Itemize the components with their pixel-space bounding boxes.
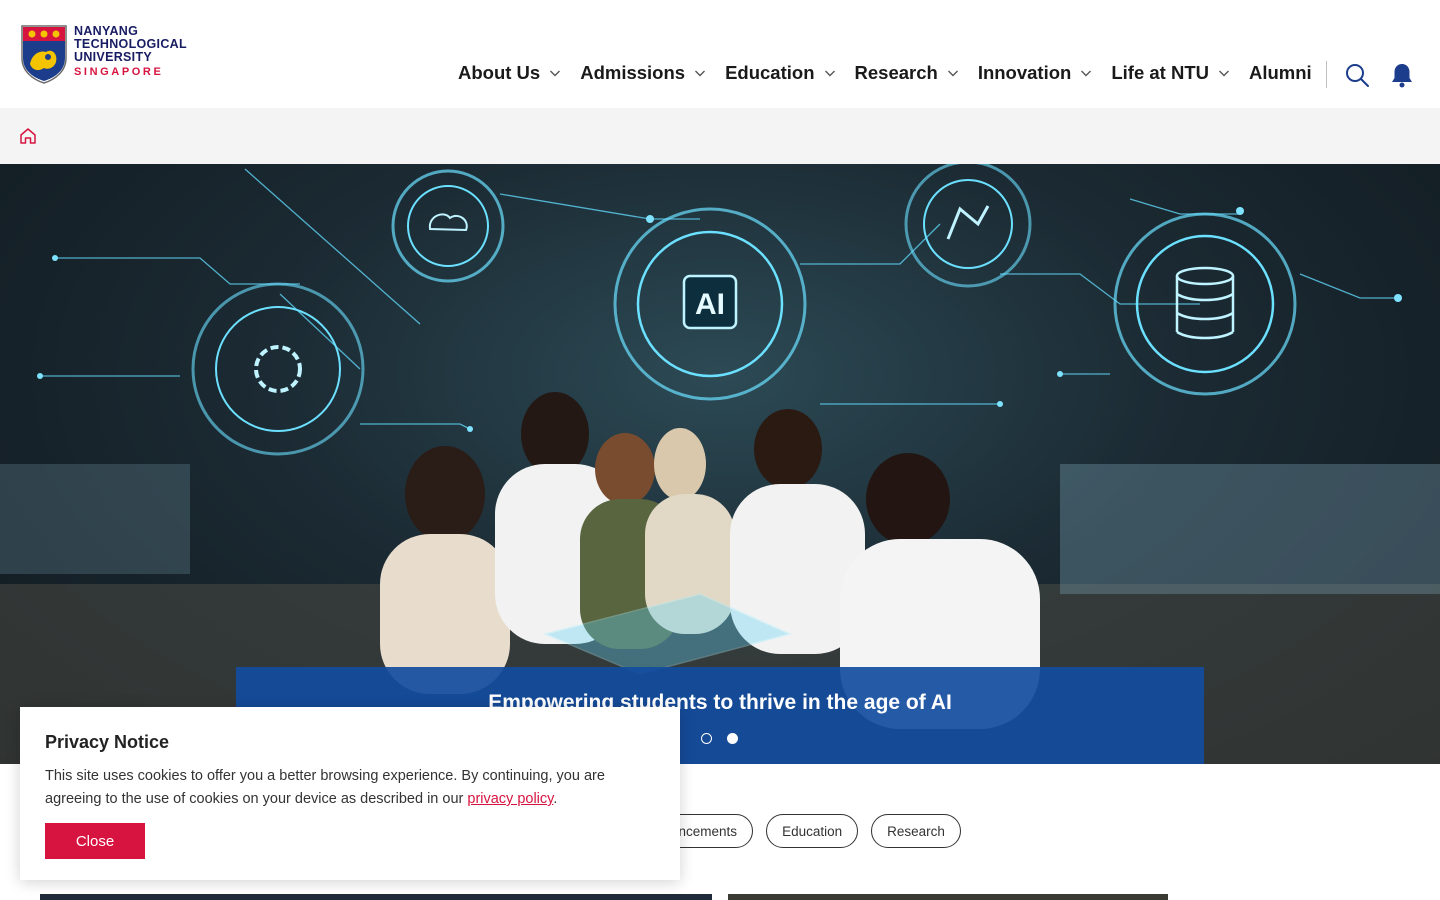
nav-item-innovation[interactable]: Innovation xyxy=(978,62,1093,84)
nav-label: Education xyxy=(725,62,815,83)
privacy-policy-link[interactable]: privacy policy xyxy=(467,791,553,807)
crest-icon xyxy=(21,25,67,84)
header-divider xyxy=(1326,61,1327,88)
bell-icon[interactable] xyxy=(1390,62,1414,88)
privacy-notice: Privacy Notice This site uses cookies to… xyxy=(20,707,680,880)
home-icon[interactable] xyxy=(18,126,38,146)
chevron-down-icon xyxy=(947,70,958,77)
news-card-image-1[interactable] xyxy=(40,894,712,900)
nav-item-education[interactable]: Education xyxy=(725,62,835,84)
chip-research[interactable]: Research xyxy=(871,814,961,848)
news-filter-chips: nouncements Education Research xyxy=(640,814,974,848)
chevron-down-icon xyxy=(695,70,706,77)
privacy-body: This site uses cookies to offer you a be… xyxy=(45,765,645,811)
privacy-title: Privacy Notice xyxy=(45,732,170,752)
site-header: NANYANG TECHNOLOGICAL UNIVERSITY SINGAPO… xyxy=(0,0,1440,108)
logo-line-4: SINGAPORE xyxy=(74,66,164,78)
chip-education[interactable]: Education xyxy=(766,814,859,848)
nav-item-admissions[interactable]: Admissions xyxy=(580,62,706,84)
ntu-logo[interactable]: NANYANG TECHNOLOGICAL UNIVERSITY SINGAPO… xyxy=(20,24,190,86)
hologram-ai-label: AI xyxy=(695,288,725,321)
chevron-down-icon xyxy=(1218,70,1229,77)
nav-label: Life at NTU xyxy=(1111,62,1209,83)
logo-line-3: UNIVERSITY xyxy=(74,50,153,64)
nav-item-about-us[interactable]: About Us xyxy=(458,62,561,84)
nav-item-life-at-ntu[interactable]: Life at NTU xyxy=(1111,62,1230,84)
nav-item-alumni[interactable]: Alumni xyxy=(1249,62,1312,84)
privacy-body-suffix: . xyxy=(553,791,558,807)
nav-label: Admissions xyxy=(580,62,686,83)
chevron-down-icon xyxy=(824,70,835,77)
nav-label: About Us xyxy=(458,62,541,83)
chevron-down-icon xyxy=(1081,70,1092,77)
breadcrumb xyxy=(0,108,1440,164)
carousel-dot-2[interactable] xyxy=(727,733,738,744)
chevron-down-icon xyxy=(550,70,561,77)
main-nav: About Us Admissions Education Research I… xyxy=(458,60,1312,86)
nav-label: Innovation xyxy=(977,62,1072,83)
nav-label: Research xyxy=(854,62,938,83)
nav-item-research[interactable]: Research xyxy=(855,62,959,84)
carousel-dots xyxy=(701,733,753,744)
search-icon[interactable] xyxy=(1344,62,1370,88)
news-card-image-2[interactable] xyxy=(728,894,1168,900)
hero-carousel: AI Empowering students to thrive in the … xyxy=(0,164,1440,764)
nav-label: Alumni xyxy=(1248,62,1312,83)
carousel-dot-1[interactable] xyxy=(701,733,712,744)
close-button[interactable]: Close xyxy=(45,823,145,859)
